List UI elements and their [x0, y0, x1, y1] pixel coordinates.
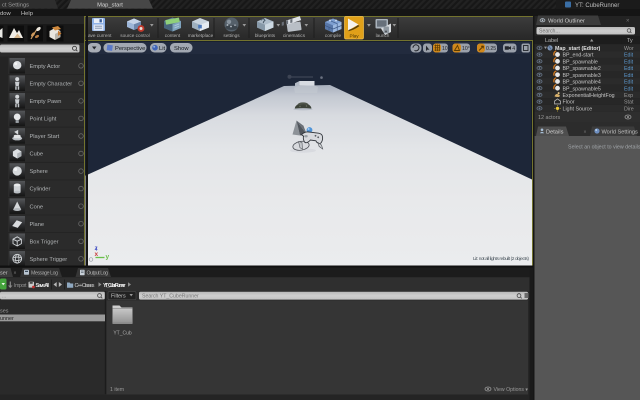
svg-text:Sphere: Sphere	[30, 169, 48, 175]
svg-text:Edit: Edit	[624, 59, 634, 65]
svg-text:Stat: Stat	[624, 100, 634, 106]
svg-text:Edit: Edit	[624, 73, 634, 79]
svg-text:YT: CubeRunner: YT: CubeRunner	[575, 3, 619, 9]
svg-text:YT_CubeRunner: YT_CubeRunner	[103, 283, 126, 289]
svg-text:10°: 10°	[462, 46, 470, 52]
svg-text:settings: settings	[223, 33, 240, 38]
svg-text:4: 4	[512, 46, 515, 52]
svg-text:dow: dow	[0, 11, 11, 17]
svg-text:Empty Pawn: Empty Pawn	[30, 99, 62, 105]
svg-text:Sphere Trigger: Sphere Trigger	[30, 257, 68, 263]
svg-text:Search YT_CubeRunner: Search YT_CubeRunner	[142, 294, 199, 300]
svg-text:Empty Character: Empty Character	[30, 81, 73, 87]
svg-text:BP_spawnable2: BP_spawnable2	[563, 66, 601, 72]
svg-text:save current: save current	[86, 33, 112, 38]
svg-text:BP_spawnable: BP_spawnable	[563, 59, 598, 65]
svg-text:Plane: Plane	[30, 222, 45, 228]
svg-text:y: y	[106, 254, 110, 261]
svg-text:Save All: Save All	[36, 283, 50, 289]
svg-text:Cone: Cone	[30, 204, 44, 210]
svg-text:YT_Cub: YT_Cub	[113, 331, 132, 337]
svg-text:launch: launch	[376, 33, 390, 38]
svg-text:World Settings: World Settings	[602, 130, 638, 136]
svg-text:Filters: Filters	[111, 294, 126, 300]
svg-text:Edit: Edit	[624, 86, 634, 92]
svg-text:BP_end-start: BP_end-start	[563, 53, 594, 59]
svg-text:BP_spawnable4: BP_spawnable4	[563, 80, 601, 86]
svg-text:blueprints: blueprints	[255, 33, 276, 38]
svg-text:12 actors: 12 actors	[538, 115, 560, 121]
svg-text:Ty: Ty	[627, 38, 633, 44]
svg-text:Box Trigger: Box Trigger	[30, 239, 59, 245]
svg-text:Perspective: Perspective	[115, 46, 145, 52]
svg-text:Label: Label	[545, 38, 558, 44]
svg-text:Player Start: Player Start	[30, 134, 60, 140]
svg-text:source control: source control	[120, 33, 149, 38]
svg-text:Edit: Edit	[624, 80, 634, 86]
svg-text:Cylinder: Cylinder	[30, 187, 51, 193]
svg-text:Empty Actor: Empty Actor	[30, 64, 61, 70]
svg-text:...: ...	[2, 293, 6, 299]
svg-text:Edit: Edit	[624, 53, 634, 59]
svg-text:Lit: not all lights rebuilt (2: Lit: not all lights rebuilt (2 objects)	[473, 256, 529, 262]
svg-text:Wor: Wor	[624, 46, 634, 52]
svg-text:Message Log: Message Log	[31, 271, 58, 277]
svg-text:marketplace: marketplace	[188, 33, 214, 38]
svg-text:10: 10	[442, 46, 448, 52]
svg-text:BP_spawnable5: BP_spawnable5	[563, 86, 601, 92]
svg-text:ses: ses	[0, 309, 9, 315]
svg-text:Search...: Search...	[539, 29, 560, 35]
svg-text:1 item: 1 item	[110, 387, 124, 393]
svg-text:unner: unner	[0, 316, 14, 322]
svg-text:×: ×	[14, 270, 17, 276]
svg-text:C++ Classes: C++ Classes	[75, 283, 95, 289]
svg-text:Details: Details	[546, 129, 564, 135]
svg-text:Light Source: Light Source	[563, 106, 593, 112]
svg-text:View Options ▾: View Options ▾	[494, 387, 529, 393]
svg-text:content: content	[165, 33, 181, 38]
svg-text:World Outliner: World Outliner	[548, 19, 585, 25]
svg-text:Map_start (Editor): Map_start (Editor)	[555, 46, 601, 52]
svg-text:Dire: Dire	[624, 106, 634, 112]
svg-text:Map_start: Map_start	[97, 3, 123, 9]
svg-text:Output Log: Output Log	[87, 271, 109, 277]
svg-text:Floor: Floor	[563, 100, 575, 106]
svg-text:Play: Play	[349, 33, 359, 38]
svg-text:ser: ser	[0, 271, 8, 277]
svg-text:ct Settings: ct Settings	[2, 2, 29, 8]
svg-text:Cube: Cube	[30, 152, 44, 158]
svg-text:Import: Import	[14, 283, 27, 289]
svg-text:×: ×	[626, 19, 630, 25]
svg-text:Edit: Edit	[624, 66, 634, 72]
svg-text:Exp: Exp	[624, 93, 633, 99]
svg-text:Lit: Lit	[159, 46, 166, 52]
svg-text:Select an object to view detai: Select an object to view details.	[568, 144, 640, 150]
svg-text:BP_spawnable3: BP_spawnable3	[563, 73, 601, 79]
svg-text:Show: Show	[174, 46, 189, 52]
svg-text:Help: Help	[21, 11, 33, 17]
svg-text:0.25: 0.25	[486, 46, 496, 52]
svg-text:ExponentialHeightFog: ExponentialHeightFog	[563, 93, 615, 99]
svg-text:compile: compile	[325, 33, 342, 38]
svg-text:Point Light: Point Light	[30, 117, 57, 123]
svg-text:cinematics: cinematics	[283, 33, 306, 38]
svg-text:×: ×	[584, 129, 587, 135]
